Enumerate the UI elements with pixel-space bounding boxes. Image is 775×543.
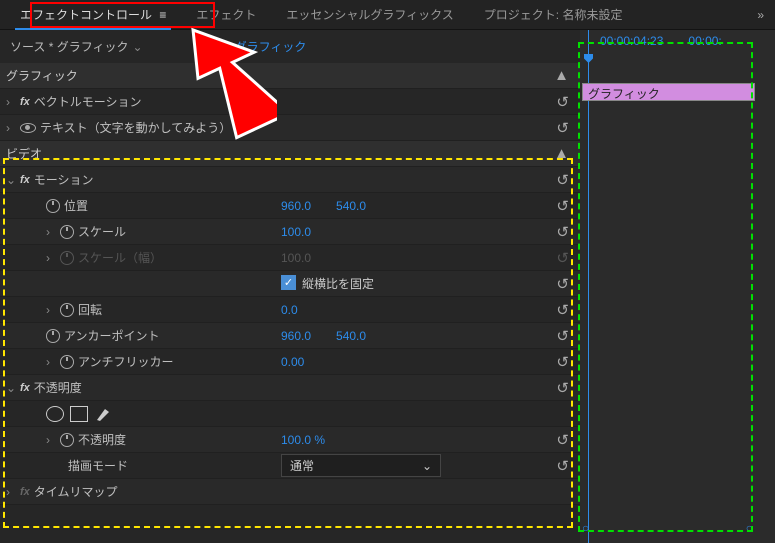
value[interactable]: 100.0 <box>281 225 311 239</box>
prop-label: テキスト（文字を動かしてみよう） <box>40 119 231 136</box>
checkbox-label: 縦横比を固定 <box>302 275 374 292</box>
breadcrumb-source[interactable]: ソース * グラフィック <box>10 38 129 55</box>
prop-label: 回転 <box>78 301 102 318</box>
prop-label: 不透明度 <box>78 431 126 448</box>
reset-icon[interactable]: ↺ <box>556 327 574 345</box>
timecode-end: 00:00: <box>688 34 721 48</box>
panel-menu-icon[interactable]: ≡ <box>159 8 166 22</box>
stopwatch-icon[interactable] <box>46 329 60 343</box>
value-y[interactable]: 540.0 <box>336 329 366 343</box>
timeline-handle-left[interactable]: ○ <box>582 521 589 535</box>
unit: % <box>314 433 325 447</box>
prop-label: モーション <box>34 171 94 188</box>
row-opacity-group[interactable]: ⌄fx不透明度 ↺ <box>0 375 580 401</box>
row-uniform-scale[interactable]: ✓ 縦横比を固定 ↺ <box>0 271 580 297</box>
reset-icon: ↺ <box>556 249 574 267</box>
collapse-icon[interactable]: ▲ <box>554 145 574 162</box>
prop-label: アンカーポイント <box>64 327 160 344</box>
select-value: 通常 <box>290 457 314 474</box>
row-position[interactable]: 位置 960.0 540.0 ↺ <box>0 193 580 219</box>
row-mask-tools <box>0 401 580 427</box>
prop-label: スケール（幅） <box>78 249 162 266</box>
fx-icon: fx <box>20 96 30 108</box>
value[interactable]: 0.0 <box>281 303 298 317</box>
section-label: ビデオ <box>6 145 42 162</box>
tab-effect-controls[interactable]: エフェクトコントロール ≡ <box>5 0 181 29</box>
breadcrumb: ソース * グラフィック ⌄ * グラフィック <box>0 30 580 63</box>
prop-label: 位置 <box>64 197 88 214</box>
reset-icon[interactable]: ↺ <box>556 379 574 397</box>
section-video[interactable]: ビデオ ▲ <box>0 141 580 167</box>
breadcrumb-target[interactable]: * グラフィック <box>227 38 307 55</box>
reset-icon[interactable]: ↺ <box>556 275 574 293</box>
stopwatch-icon <box>60 251 74 265</box>
chevron-down-icon: ⌄ <box>422 459 432 473</box>
stopwatch-icon[interactable] <box>46 199 60 213</box>
value-x[interactable]: 960.0 <box>281 199 311 213</box>
row-text-layer[interactable]: ›テキスト（文字を動かしてみよう） ↺ <box>0 115 580 141</box>
playhead[interactable] <box>588 30 589 543</box>
reset-icon[interactable]: ↺ <box>556 457 574 475</box>
value[interactable]: 0.00 <box>281 355 304 369</box>
mask-pen-icon[interactable] <box>94 406 112 422</box>
fx-icon: fx <box>20 486 30 498</box>
section-label: グラフィック <box>6 67 78 84</box>
reset-icon[interactable]: ↺ <box>556 431 574 449</box>
reset-icon[interactable]: ↺ <box>556 197 574 215</box>
row-opacity[interactable]: ›不透明度 100.0 % ↺ <box>0 427 580 453</box>
uniform-checkbox[interactable]: ✓ <box>281 275 296 290</box>
tab-project[interactable]: プロジェクト: 名称未設定 <box>469 0 638 29</box>
tab-essential-graphics[interactable]: エッセンシャルグラフィックス <box>271 0 468 29</box>
prop-label: スケール <box>78 223 126 240</box>
row-anchor[interactable]: アンカーポイント 960.0 540.0 ↺ <box>0 323 580 349</box>
timeline-handle-right[interactable]: ○ <box>746 521 753 535</box>
section-graphic[interactable]: グラフィック ▲ <box>0 63 580 89</box>
timeline-clip[interactable]: グラフィック <box>582 83 755 101</box>
reset-icon[interactable]: ↺ <box>556 171 574 189</box>
prop-label: アンチフリッカー <box>78 353 174 370</box>
timecode-current[interactable]: 00:00:04:23 <box>600 34 663 48</box>
row-blend-mode[interactable]: 描画モード 通常 ⌄ ↺ <box>0 453 580 479</box>
row-scale-w: ›スケール（幅） 100.0 ↺ <box>0 245 580 271</box>
fx-icon: fx <box>20 382 30 394</box>
fx-icon: fx <box>20 174 30 186</box>
value-x[interactable]: 960.0 <box>281 329 311 343</box>
prop-label: タイムリマップ <box>34 483 118 500</box>
mask-rect-icon[interactable] <box>70 406 88 422</box>
row-time-remap[interactable]: ›fxタイムリマップ <box>0 479 580 505</box>
eye-icon[interactable] <box>20 123 36 133</box>
reset-icon[interactable]: ↺ <box>556 119 574 137</box>
value[interactable]: 100.0 <box>281 433 311 447</box>
prop-label: 描画モード <box>68 457 128 474</box>
value-y[interactable]: 540.0 <box>336 199 366 213</box>
chevron-down-icon[interactable]: ⌄ <box>129 40 147 54</box>
prop-label: 不透明度 <box>34 379 82 396</box>
collapse-icon[interactable]: ▲ <box>554 67 574 84</box>
value: 100.0 <box>281 251 311 265</box>
stopwatch-icon[interactable] <box>60 433 74 447</box>
stopwatch-icon[interactable] <box>60 355 74 369</box>
tabs-overflow-icon[interactable]: » <box>751 8 770 22</box>
row-scale[interactable]: ›スケール 100.0 ↺ <box>0 219 580 245</box>
mask-ellipse-icon[interactable] <box>46 406 64 422</box>
reset-icon[interactable]: ↺ <box>556 223 574 241</box>
tab-effects[interactable]: エフェクト <box>181 0 271 29</box>
row-rotation[interactable]: ›回転 0.0 ↺ <box>0 297 580 323</box>
stopwatch-icon[interactable] <box>60 225 74 239</box>
row-antiflicker[interactable]: ›アンチフリッカー 0.00 ↺ <box>0 349 580 375</box>
row-vector-motion[interactable]: ›fxベクトルモーション ↺ <box>0 89 580 115</box>
tab-label: エフェクトコントロール <box>20 8 152 22</box>
blend-mode-select[interactable]: 通常 ⌄ <box>281 454 441 477</box>
reset-icon[interactable]: ↺ <box>556 301 574 319</box>
reset-icon[interactable]: ↺ <box>556 93 574 111</box>
stopwatch-icon[interactable] <box>60 303 74 317</box>
row-motion[interactable]: ⌄fxモーション ↺ <box>0 167 580 193</box>
prop-label: ベクトルモーション <box>34 93 142 110</box>
reset-icon[interactable]: ↺ <box>556 353 574 371</box>
mini-timeline[interactable]: 00:00:04:23 00:00: グラフィック ○ ○ <box>580 30 775 543</box>
